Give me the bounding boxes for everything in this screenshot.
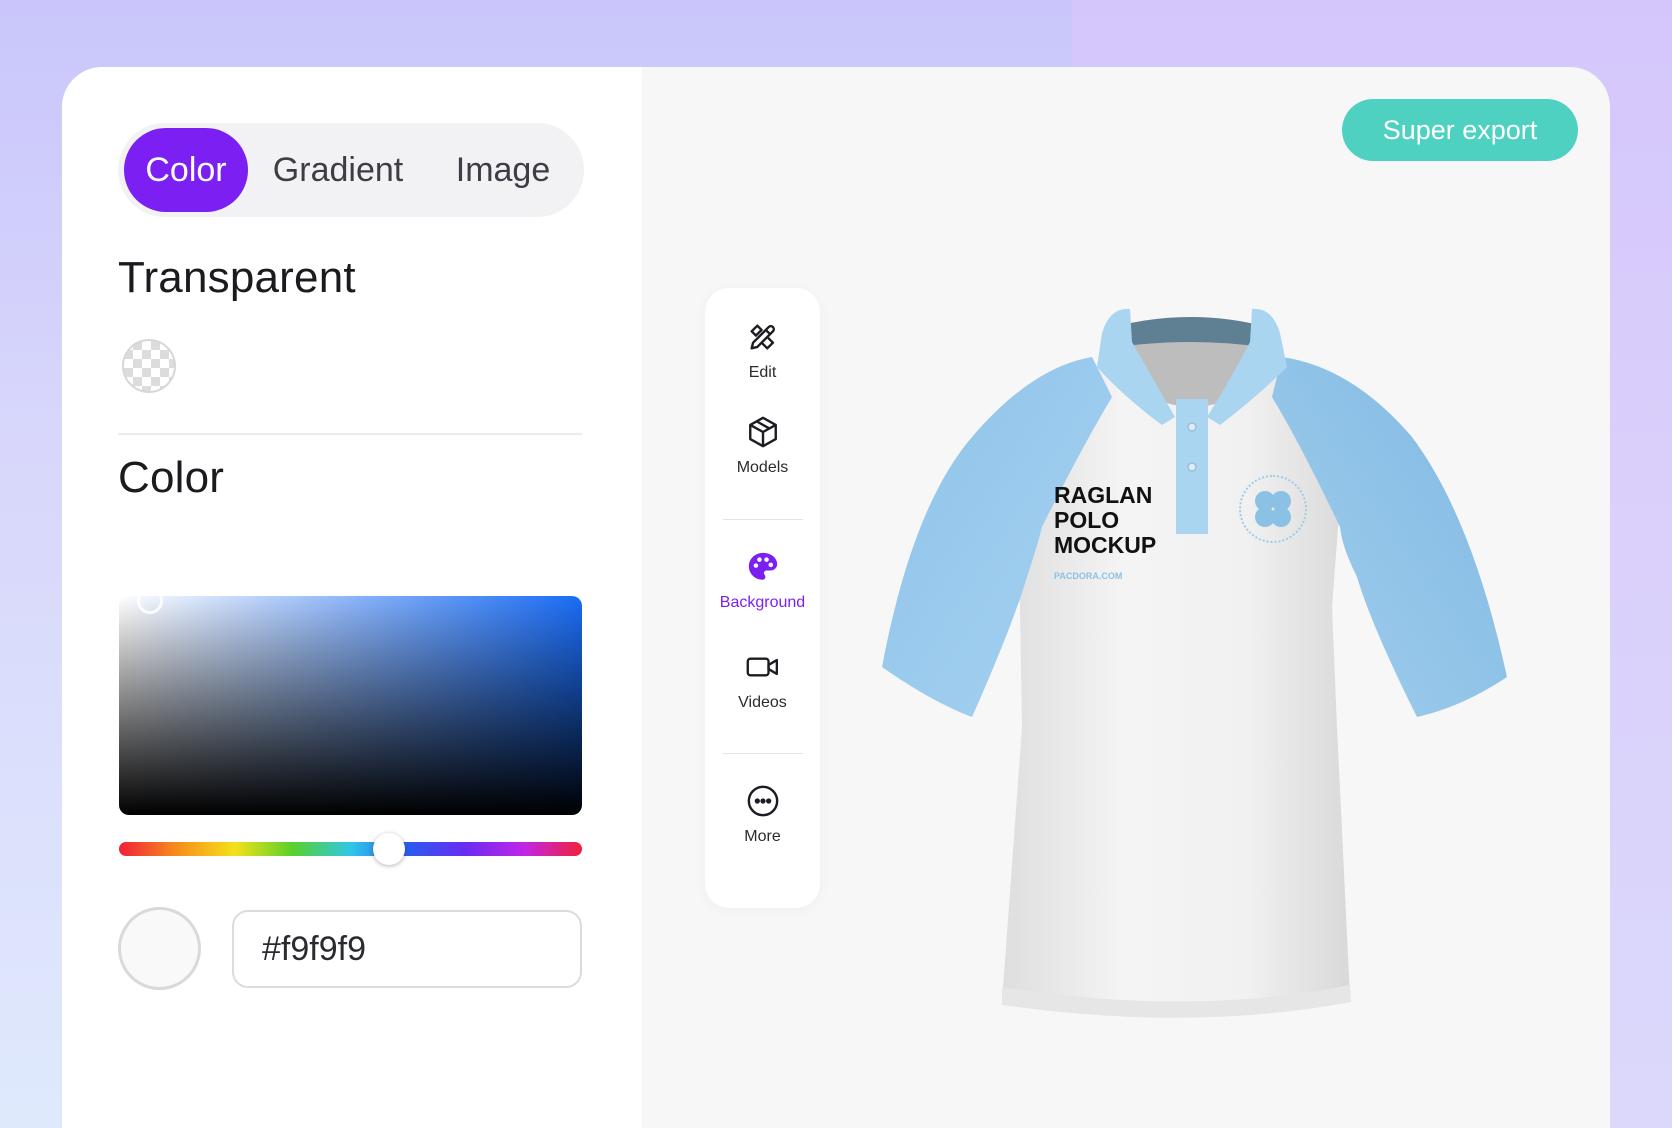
fill-type-tabs: Color Gradient Image [118,123,584,217]
hue-slider[interactable] [119,833,582,865]
toolbar-divider [723,519,803,520]
toolbar-edit[interactable]: Edit [705,320,820,382]
toolbar-videos[interactable]: Videos [705,650,820,712]
mockup-title-text: RAGLAN POLO MOCKUP [1054,483,1156,558]
toolbar-videos-label: Videos [738,694,787,711]
tab-gradient[interactable]: Gradient [248,128,428,212]
tab-image[interactable]: Image [428,128,578,212]
transparent-swatch[interactable] [122,339,176,393]
toolbar-more[interactable]: More [705,784,820,846]
super-export-button[interactable]: Super export [1342,99,1578,161]
editor-window: Color Gradient Image Transparent Color #… [62,67,1610,1128]
color-heading: Color [118,453,225,502]
saturation-value-picker[interactable] [119,588,582,815]
toolbar-background[interactable]: Background [705,550,820,612]
toolbar-divider [723,753,803,754]
mockup-site-text: PACDORA.COM [1054,571,1123,581]
palette-icon [705,550,820,584]
side-toolbar: Edit Models Background Videos More [705,288,820,908]
sv-picker-handle[interactable] [137,588,163,614]
hex-color-input[interactable] [232,910,582,988]
tab-color[interactable]: Color [124,128,248,212]
section-divider [118,433,582,435]
toolbar-models-label: Models [736,459,789,476]
edit-tools-icon [705,320,820,354]
mockup-title-line: RAGLAN [1054,482,1153,508]
polo-shirt-mockup: RAGLAN POLO MOCKUP PACDORA.COM [862,247,1562,1047]
toolbar-edit-label: Edit [748,364,777,381]
more-dots-icon [705,784,820,818]
transparent-heading: Transparent [118,253,356,302]
toolbar-models[interactable]: Models [705,415,820,477]
toolbar-more-label: More [744,828,781,845]
mockup-logo-badge [1239,475,1307,543]
toolbar-background-label: Background [719,594,806,611]
background-settings-panel: Color Gradient Image Transparent Color [62,67,642,1128]
cube-icon [705,415,820,449]
color-preview-swatch [118,907,201,990]
mockup-title-line: POLO [1054,507,1120,533]
mockup-title-line: MOCKUP [1054,532,1157,558]
video-camera-icon [705,650,820,684]
hue-slider-thumb[interactable] [373,833,405,865]
